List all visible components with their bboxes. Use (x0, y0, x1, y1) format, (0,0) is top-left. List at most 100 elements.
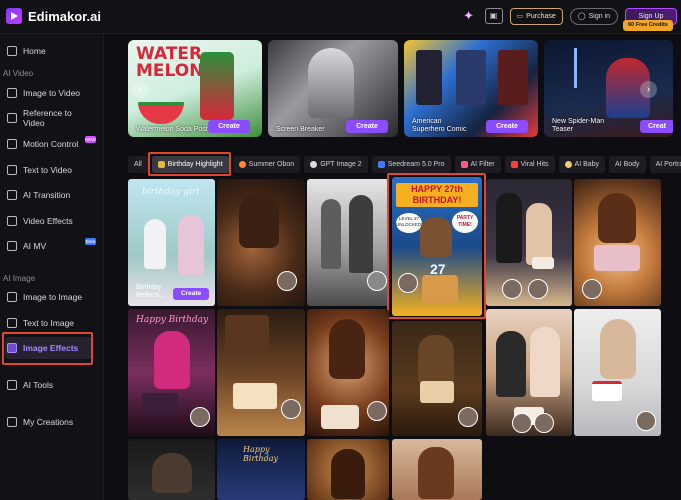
card-title: New Spider-Man Teaser (552, 118, 605, 133)
tab-seedream-5-pro[interactable]: Seedream 5.0 Pro (371, 156, 451, 173)
sidebar-item-ai-mv[interactable]: AI MV Beta (5, 235, 96, 257)
cake-image (422, 275, 458, 303)
tab-label: AI Filter (470, 161, 495, 168)
cake-image (420, 381, 454, 403)
tab-ai-baby[interactable]: AI Baby (558, 156, 606, 173)
tab-summer-obon[interactable]: Summer Obon (232, 156, 301, 173)
effect-tile-birthday-reflection[interactable]: birthday girl Birthday Reflecti... Creat… (128, 179, 215, 306)
sidebar-item-ai-tools[interactable]: AI Tools (5, 374, 93, 396)
top-header: Edimakor.ai ✦ ▣ ▭ Purchase ◯ Sign in Sig… (0, 0, 681, 34)
text-image-icon (7, 318, 17, 328)
sidebar-item-reference-to-video[interactable]: Reference to Video (5, 107, 93, 129)
fire-icon (510, 161, 518, 168)
effect-tile-mono-portrait[interactable] (307, 179, 389, 306)
sample-avatar (582, 279, 602, 299)
tab-gpt-image-2[interactable]: GPT Image 2 (304, 156, 368, 173)
cake-image (532, 257, 554, 269)
comic-panel-3 (498, 50, 528, 105)
tile-caption: Happy Birthday (136, 315, 209, 325)
seedream-icon (377, 161, 385, 168)
person-figure (152, 453, 192, 493)
effect-tile-goth-birthday[interactable]: Happy Birthday (128, 309, 215, 436)
man-figure (420, 217, 452, 257)
carousel-card-superhero-comic[interactable]: American Superhero Comic Create (404, 40, 538, 137)
sidebar-item-label: My Creations (23, 417, 74, 427)
woman-figure (598, 193, 636, 243)
tab-birthday-highlight[interactable]: Birthday Highlight (151, 156, 229, 173)
sign-in-button[interactable]: ◯ Sign in (569, 7, 618, 25)
tab-label: GPT Image 2 (320, 161, 362, 168)
image-video-icon (7, 88, 17, 98)
effect-tile-crown-girl[interactable] (307, 309, 389, 436)
tab-label: AI Portrait (655, 161, 681, 168)
sidebar-item-motion-control[interactable]: Motion Control NEW (5, 133, 96, 155)
carousel-prev-button[interactable]: ‹ (132, 81, 149, 98)
man-figure (418, 335, 454, 385)
sign-in-label: Sign in (588, 12, 610, 20)
sign-up-button[interactable]: Sign Up 60 Free Credits (623, 7, 677, 31)
create-button[interactable]: Create (208, 120, 250, 133)
carousel-next-button[interactable]: › (640, 81, 657, 98)
sample-avatar-2 (528, 279, 548, 299)
effect-tile-party-man[interactable] (392, 321, 482, 436)
tab-viral-hits[interactable]: Viral Hits (504, 156, 555, 173)
effect-tile-car[interactable] (128, 439, 215, 500)
effect-tile-woman-cake[interactable] (574, 179, 661, 306)
filter-icon (460, 161, 468, 168)
music-video-icon (7, 241, 17, 251)
effect-tile-smile[interactable] (392, 439, 482, 500)
effect-tile-night-birthday[interactable]: Happy Birthday (217, 439, 305, 500)
effect-tile-bokeh-cake[interactable] (217, 309, 305, 436)
app-name: Edimakor.ai (28, 8, 101, 24)
purchase-button[interactable]: ▭ Purchase (509, 7, 563, 25)
create-button[interactable]: Creat (640, 120, 673, 133)
user-icon: ◯ (577, 12, 586, 20)
effect-tile-white-dress[interactable] (574, 309, 661, 436)
logo[interactable]: Edimakor.ai (6, 8, 101, 24)
sidebar-item-label: Image to Image (23, 292, 83, 302)
sidebar-item-home[interactable]: Home (5, 40, 93, 62)
new-badge: NEW (85, 136, 96, 143)
sidebar-item-label: AI Tools (23, 380, 54, 390)
tab-ai-filter[interactable]: AI Filter (454, 156, 501, 173)
person-figure-2 (530, 327, 560, 397)
sidebar: Home AI Video Image to Video Reference t… (0, 34, 104, 500)
effect-tile-couple-cake[interactable] (486, 179, 572, 306)
sidebar-item-image-to-video[interactable]: Image to Video (5, 82, 93, 104)
section-ai-video: AI Video (3, 69, 34, 78)
carousel-card-screen-breaker[interactable]: Screen Breaker Create (268, 40, 398, 137)
cake-image (594, 245, 640, 271)
sample-avatar (277, 271, 297, 291)
sidebar-item-video-effects[interactable]: Video Effects (5, 210, 93, 232)
sidebar-item-text-to-video[interactable]: Text to Video (5, 159, 93, 181)
sample-avatar (190, 407, 210, 427)
effect-tile-27th-birthday-poster[interactable]: HAPPY 27th BIRTHDAY! LEVEL 27 UNLOCKED! … (392, 177, 482, 316)
sidebar-item-image-effects[interactable]: Image Effects (5, 337, 93, 359)
effect-tile-tiara[interactable] (307, 439, 389, 500)
create-button[interactable]: Create (486, 120, 528, 133)
tools-icon (7, 380, 17, 390)
tab-ai-body[interactable]: AI Body (609, 156, 646, 173)
card-title: Watermelon Soda Poster (136, 126, 214, 133)
sidebar-item-text-to-image[interactable]: Text to Image (5, 312, 93, 334)
cake-image (142, 393, 178, 415)
sample-avatar (367, 271, 387, 291)
create-button[interactable]: Create (346, 120, 388, 133)
sidebar-item-image-to-image[interactable]: Image to Image (5, 286, 93, 308)
person-figure (496, 331, 526, 397)
effect-tile-candles[interactable] (217, 179, 305, 306)
effect-tile-two-girls[interactable] (486, 309, 572, 436)
card-headline: WATER MELON (136, 44, 204, 81)
sidebar-item-label: AI Transition (23, 190, 71, 200)
sidebar-item-my-creations[interactable]: My Creations (5, 411, 93, 433)
create-button[interactable]: Create (173, 288, 209, 300)
reference-icon (7, 113, 17, 123)
woman-figure (329, 319, 365, 379)
tab-ai-portrait[interactable]: AI Portrait (649, 156, 681, 173)
sidebar-item-ai-transition[interactable]: AI Transition (5, 184, 93, 206)
portrait-figure (239, 193, 279, 248)
gift-icon[interactable]: ✦ (460, 7, 478, 25)
monitor-icon[interactable]: ▣ (484, 8, 503, 24)
card-title: American Superhero Comic (412, 118, 467, 133)
tab-all[interactable]: All (128, 156, 148, 173)
